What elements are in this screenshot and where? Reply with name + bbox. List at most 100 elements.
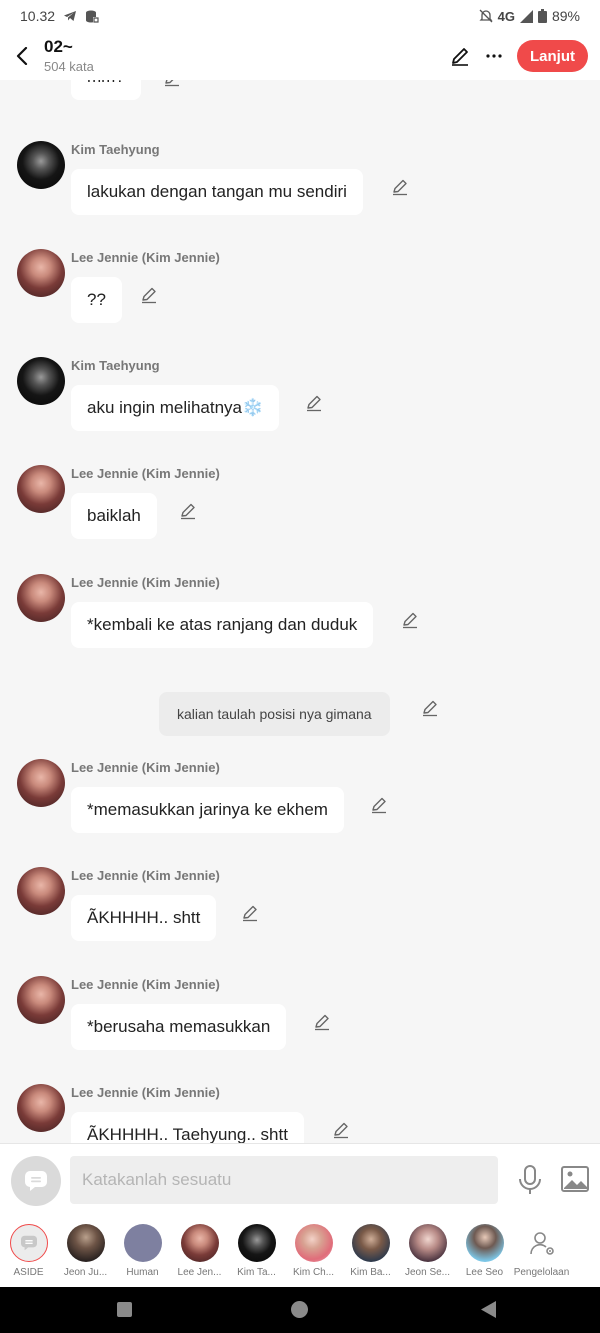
avatar (294, 1224, 333, 1262)
character-item[interactable]: Kim Ta... (228, 1217, 285, 1287)
image-icon[interactable] (561, 1166, 589, 1192)
edit-icon[interactable] (331, 1120, 351, 1140)
edit-icon[interactable] (304, 393, 324, 413)
chat-area[interactable]: mm? Kim Taehyung lakukan dengan tangan m… (0, 80, 600, 1143)
character-label: Kim Ch... (292, 1267, 335, 1278)
word-count: 504 kata (44, 58, 94, 74)
sender-name: Lee Jennie (Kim Jennie) (71, 250, 220, 265)
character-item[interactable]: Lee Jen... (171, 1217, 228, 1287)
edit-title-button[interactable] (443, 32, 477, 80)
message-bubble[interactable]: mm? (71, 80, 141, 100)
avatar[interactable] (17, 976, 65, 1024)
avatar[interactable] (17, 141, 65, 189)
message-bubble[interactable]: baiklah (71, 493, 157, 539)
more-dots-icon (486, 54, 502, 58)
narration-bubble[interactable]: kalian taulah posisi nya gimana (159, 692, 390, 736)
chat-bubble-icon (20, 1235, 37, 1251)
character-label: Lee Jen... (177, 1267, 222, 1278)
next-button[interactable]: Lanjut (517, 40, 588, 72)
character-item[interactable]: Jeon Ju... (57, 1217, 114, 1287)
character-item[interactable]: Kim Ch... (285, 1217, 342, 1287)
back-button[interactable] (0, 32, 44, 80)
character-label: Kim Ta... (237, 1267, 276, 1278)
message-bubble[interactable]: *kembali ke atas ranjang dan duduk (71, 602, 374, 648)
edit-icon[interactable] (240, 903, 260, 923)
telegram-icon (64, 11, 77, 21)
character-bar: ASIDE Jeon Ju... Human Lee Jen... Kim Ta… (0, 1217, 600, 1287)
chat-header: 02~ 504 kata Lanjut (0, 32, 600, 80)
character-label: Jeon Se... (404, 1267, 451, 1278)
avatar (237, 1224, 276, 1262)
database-icon (86, 10, 100, 23)
avatar[interactable] (17, 465, 65, 513)
message: Lee Jennie (Kim Jennie) baiklah (0, 465, 600, 545)
status-time: 10.32 (20, 8, 56, 24)
avatar[interactable] (17, 1084, 65, 1132)
message-bubble[interactable]: *berusaha memasukkan (71, 1004, 287, 1050)
avatar[interactable] (17, 574, 65, 622)
microphone-icon[interactable] (517, 1165, 543, 1195)
sender-name: Kim Taehyung (71, 358, 160, 373)
message-bubble[interactable]: *memasukkan jarinya ke ekhem (71, 787, 344, 833)
mute-icon (479, 9, 493, 23)
home-button[interactable] (291, 1301, 308, 1318)
character-item[interactable]: Jeon Se... (399, 1217, 456, 1287)
battery-level: 89% (551, 8, 580, 24)
sender-name: Lee Jennie (Kim Jennie) (71, 868, 220, 883)
edit-icon[interactable] (390, 177, 410, 197)
chat-bubble-icon (25, 1171, 47, 1191)
message-input[interactable]: Katakanlah sesuatu (70, 1156, 498, 1204)
avatar[interactable] (17, 357, 65, 405)
manage-avatar (522, 1224, 561, 1262)
character-item[interactable]: Kim Ba... (342, 1217, 399, 1287)
edit-icon[interactable] (139, 285, 159, 305)
more-button[interactable] (477, 32, 511, 80)
message: Lee Jennie (Kim Jennie) *kembali ke atas… (0, 574, 600, 654)
sender-name: Lee Jennie (Kim Jennie) (71, 760, 220, 775)
message: Lee Jennie (Kim Jennie) ?? (0, 249, 600, 329)
aside-avatar (9, 1224, 48, 1262)
avatar (180, 1224, 219, 1262)
recent-apps-button[interactable] (117, 1302, 132, 1317)
message-bubble[interactable]: ÃKHHHH.. shtt (71, 895, 217, 941)
avatar (66, 1224, 105, 1262)
edit-icon[interactable] (400, 610, 420, 630)
avatar[interactable] (17, 759, 65, 807)
message: mm? (0, 80, 600, 106)
sender-name: Lee Jennie (Kim Jennie) (71, 575, 220, 590)
message-bubble[interactable]: ÃKHHHH.. Taehyung.. shtt (71, 1112, 304, 1143)
avatar (465, 1224, 504, 1262)
character-label: Lee Seo (465, 1267, 504, 1278)
input-bar: Katakanlah sesuatu (0, 1143, 600, 1217)
edit-icon[interactable] (162, 80, 182, 88)
edit-icon[interactable] (420, 698, 440, 718)
message-bubble[interactable]: lakukan dengan tangan mu sendiri (71, 169, 363, 215)
character-manage[interactable]: Pengelolaan (513, 1217, 570, 1287)
message-bubble[interactable]: ?? (71, 277, 122, 323)
message-bubble[interactable]: aku ingin melihatnya❄️ (71, 385, 280, 431)
aside-toggle-button[interactable] (11, 1156, 61, 1206)
back-nav-icon[interactable] (480, 1300, 497, 1319)
network-type: 4G (497, 8, 515, 24)
sender-name: Lee Jennie (Kim Jennie) (71, 1085, 220, 1100)
edit-icon[interactable] (312, 1012, 332, 1032)
message: Lee Jennie (Kim Jennie) *berusaha memasu… (0, 976, 600, 1056)
sender-name: Lee Jennie (Kim Jennie) (71, 466, 220, 481)
signal-icon (519, 9, 533, 23)
user-settings-icon (529, 1232, 554, 1255)
character-aside[interactable]: ASIDE (0, 1217, 57, 1287)
edit-icon[interactable] (178, 501, 198, 521)
character-label: Jeon Ju... (63, 1267, 108, 1278)
avatar (408, 1224, 447, 1262)
character-item[interactable]: Human (114, 1217, 171, 1287)
avatar[interactable] (17, 249, 65, 297)
avatar[interactable] (17, 867, 65, 915)
pencil-icon (452, 48, 468, 66)
message: Kim Taehyung lakukan dengan tangan mu se… (0, 141, 600, 221)
message: Lee Jennie (Kim Jennie) ÃKHHHH.. shtt (0, 867, 600, 947)
edit-icon[interactable] (369, 795, 389, 815)
battery-icon (537, 9, 547, 23)
character-label: Pengelolaan (513, 1267, 570, 1278)
character-item[interactable]: Lee Seo (456, 1217, 513, 1287)
character-label: Human (126, 1267, 159, 1278)
